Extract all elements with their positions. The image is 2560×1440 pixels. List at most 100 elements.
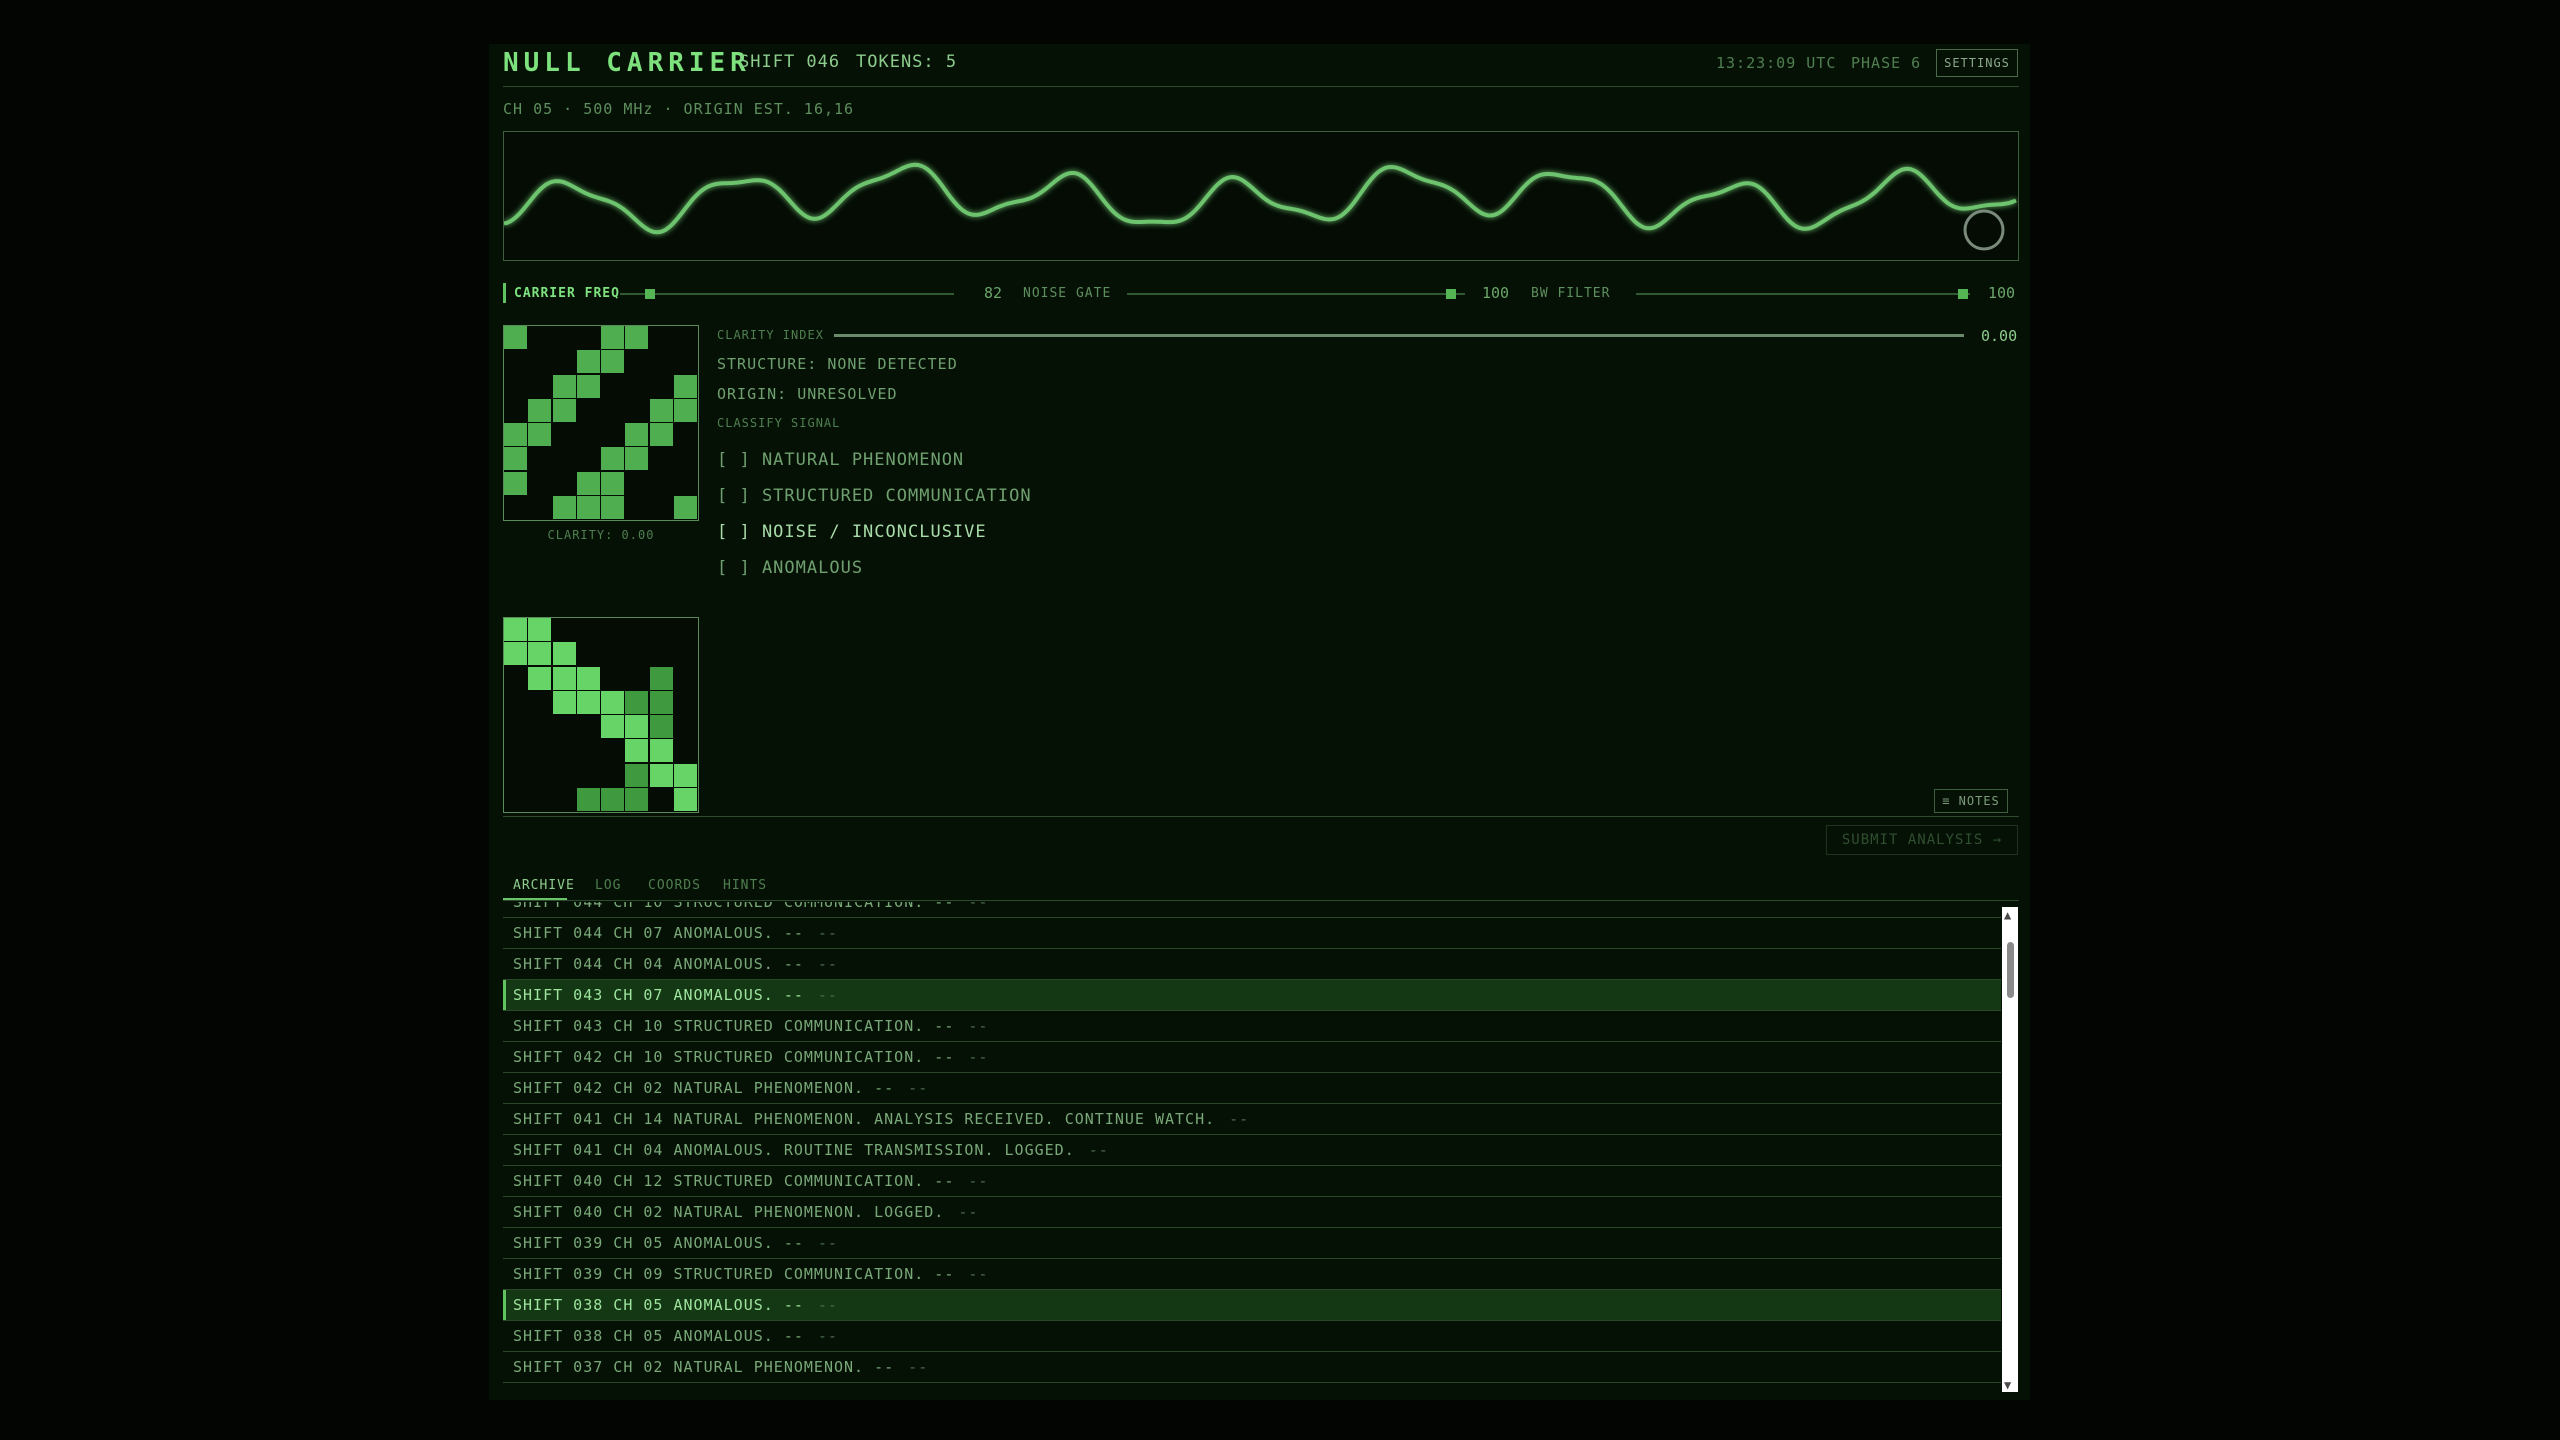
- grid-cell[interactable]: [625, 715, 649, 738]
- grid-cell[interactable]: [576, 374, 600, 398]
- archive-row[interactable]: SHIFT 040 CH 12 STRUCTURED COMMUNICATION…: [503, 1166, 2001, 1197]
- archive-row-text: SHIFT 041 CH 04 ANOMALOUS. ROUTINE TRANS…: [513, 1141, 1075, 1159]
- grid-cell[interactable]: [528, 398, 552, 422]
- grid-cell[interactable]: [649, 666, 673, 690]
- signal-grid-primary[interactable]: [503, 325, 699, 521]
- archive-row-suffix: --: [968, 1048, 989, 1066]
- grid-cell[interactable]: [504, 326, 527, 349]
- archive-row[interactable]: SHIFT 044 CH 10 STRUCTURED COMMUNICATION…: [503, 902, 2001, 918]
- noise-gate-thumb[interactable]: [1446, 289, 1457, 299]
- grid-cell[interactable]: [625, 763, 649, 787]
- grid-cell[interactable]: [649, 398, 673, 422]
- grid-cell[interactable]: [673, 787, 697, 811]
- tab-hints[interactable]: HINTS: [723, 878, 767, 893]
- grid-cell[interactable]: [601, 495, 624, 519]
- archive-row[interactable]: SHIFT 042 CH 02 NATURAL PHENOMENON. -- --: [503, 1073, 2001, 1104]
- grid-cell[interactable]: [601, 350, 624, 374]
- grid-cell[interactable]: [601, 471, 624, 495]
- archive-row[interactable]: SHIFT 040 CH 02 NATURAL PHENOMENON. LOGG…: [503, 1197, 2001, 1228]
- submit-analysis-button[interactable]: SUBMIT ANALYSIS →: [1826, 825, 2018, 855]
- grid-cell[interactable]: [625, 326, 649, 349]
- archive-list[interactable]: SHIFT 044 CH 10 STRUCTURED COMMUNICATION…: [503, 902, 2001, 1394]
- grid-cell[interactable]: [552, 666, 576, 690]
- grid-cell[interactable]: [576, 787, 600, 811]
- circle-cursor-icon: [1963, 209, 2005, 251]
- archive-row-suffix: --: [817, 1296, 838, 1314]
- grid-cell[interactable]: [625, 423, 649, 446]
- grid-cell[interactable]: [552, 495, 576, 519]
- grid-cell[interactable]: [552, 374, 576, 398]
- grid-cell[interactable]: [601, 447, 624, 471]
- option-structured-communication[interactable]: [ ] STRUCTURED COMMUNICATION: [717, 486, 1032, 506]
- tab-archive[interactable]: ARCHIVE: [513, 878, 575, 893]
- grid-cell[interactable]: [649, 739, 673, 763]
- noise-gate-slider[interactable]: [1127, 293, 1465, 295]
- grid-cell[interactable]: [673, 398, 697, 422]
- grid-cell[interactable]: [673, 495, 697, 519]
- grid-cell[interactable]: [576, 495, 600, 519]
- header-divider: [503, 86, 2019, 87]
- grid-cell[interactable]: [649, 715, 673, 738]
- grid-cell[interactable]: [576, 690, 600, 714]
- grid-cell[interactable]: [649, 763, 673, 787]
- archive-row[interactable]: SHIFT 044 CH 04 ANOMALOUS. -- --: [503, 949, 2001, 980]
- grid-cell[interactable]: [625, 739, 649, 763]
- option-anomalous[interactable]: [ ] ANOMALOUS: [717, 558, 863, 578]
- bw-filter-slider[interactable]: [1636, 293, 1970, 295]
- carrier-freq-thumb[interactable]: [645, 289, 656, 299]
- grid-cell[interactable]: [576, 666, 600, 690]
- grid-cell[interactable]: [673, 763, 697, 787]
- signal-grid-secondary[interactable]: [503, 617, 699, 813]
- archive-row[interactable]: SHIFT 039 CH 09 STRUCTURED COMMUNICATION…: [503, 1259, 2001, 1290]
- archive-row[interactable]: SHIFT 037 CH 02 NATURAL PHENOMENON. -- --: [503, 1352, 2001, 1383]
- archive-row[interactable]: SHIFT 043 CH 07 ANOMALOUS. -- --: [503, 980, 2001, 1011]
- waveform-display[interactable]: [503, 131, 2019, 261]
- grid-cell[interactable]: [528, 642, 552, 666]
- archive-row[interactable]: SHIFT 039 CH 05 ANOMALOUS. -- --: [503, 1228, 2001, 1259]
- archive-row[interactable]: SHIFT 038 CH 05 ANOMALOUS. -- --: [503, 1290, 2001, 1321]
- grid-cell[interactable]: [504, 642, 527, 666]
- grid-cell[interactable]: [504, 471, 527, 495]
- grid-cell[interactable]: [528, 666, 552, 690]
- archive-row[interactable]: SHIFT 038 CH 05 ANOMALOUS. -- --: [503, 1321, 2001, 1352]
- grid-cell[interactable]: [528, 618, 552, 641]
- grid-cell[interactable]: [625, 690, 649, 714]
- grid-cell[interactable]: [552, 690, 576, 714]
- option-noise-inconclusive[interactable]: [ ] NOISE / INCONCLUSIVE: [717, 522, 987, 542]
- grid-cell[interactable]: [625, 787, 649, 811]
- grid-cell[interactable]: [528, 423, 552, 446]
- scroll-up-icon[interactable]: ▲: [2004, 908, 2011, 922]
- archive-row[interactable]: SHIFT 041 CH 04 ANOMALOUS. ROUTINE TRANS…: [503, 1135, 2001, 1166]
- settings-button[interactable]: SETTINGS: [1936, 49, 2018, 77]
- grid-cell[interactable]: [504, 447, 527, 471]
- archive-row-text: SHIFT 039 CH 09 STRUCTURED COMMUNICATION…: [513, 1265, 955, 1283]
- grid-cell[interactable]: [625, 447, 649, 471]
- archive-row[interactable]: SHIFT 044 CH 07 ANOMALOUS. -- --: [503, 918, 2001, 949]
- scroll-down-icon[interactable]: ▼: [2004, 1378, 2011, 1392]
- grid-cell[interactable]: [504, 423, 527, 446]
- grid-cell[interactable]: [673, 374, 697, 398]
- grid-cell[interactable]: [552, 398, 576, 422]
- notes-button[interactable]: ≡ NOTES: [1934, 789, 2008, 813]
- tab-coords[interactable]: COORDS: [648, 878, 701, 893]
- tab-log[interactable]: LOG: [595, 878, 621, 893]
- clarity-index-value: 0.00: [1981, 327, 2018, 345]
- grid-cell[interactable]: [601, 715, 624, 738]
- carrier-freq-slider[interactable]: [620, 293, 954, 295]
- grid-cell[interactable]: [576, 350, 600, 374]
- archive-row[interactable]: SHIFT 043 CH 10 STRUCTURED COMMUNICATION…: [503, 1011, 2001, 1042]
- app-window: NULL CARRIER SHIFT 046 TOKENS: 5 13:23:0…: [489, 44, 2030, 1400]
- grid-cell[interactable]: [649, 423, 673, 446]
- bw-filter-thumb[interactable]: [1958, 289, 1969, 299]
- grid-cell[interactable]: [601, 787, 624, 811]
- grid-cell[interactable]: [576, 471, 600, 495]
- grid-cell[interactable]: [601, 326, 624, 349]
- grid-cell[interactable]: [649, 690, 673, 714]
- archive-row[interactable]: SHIFT 042 CH 10 STRUCTURED COMMUNICATION…: [503, 1042, 2001, 1073]
- grid-cell[interactable]: [552, 642, 576, 666]
- scrollbar-thumb[interactable]: [2007, 942, 2014, 998]
- grid-cell[interactable]: [504, 618, 527, 641]
- option-natural-phenomenon[interactable]: [ ] NATURAL PHENOMENON: [717, 450, 964, 470]
- archive-row[interactable]: SHIFT 041 CH 14 NATURAL PHENOMENON. ANAL…: [503, 1104, 2001, 1135]
- grid-cell[interactable]: [601, 690, 624, 714]
